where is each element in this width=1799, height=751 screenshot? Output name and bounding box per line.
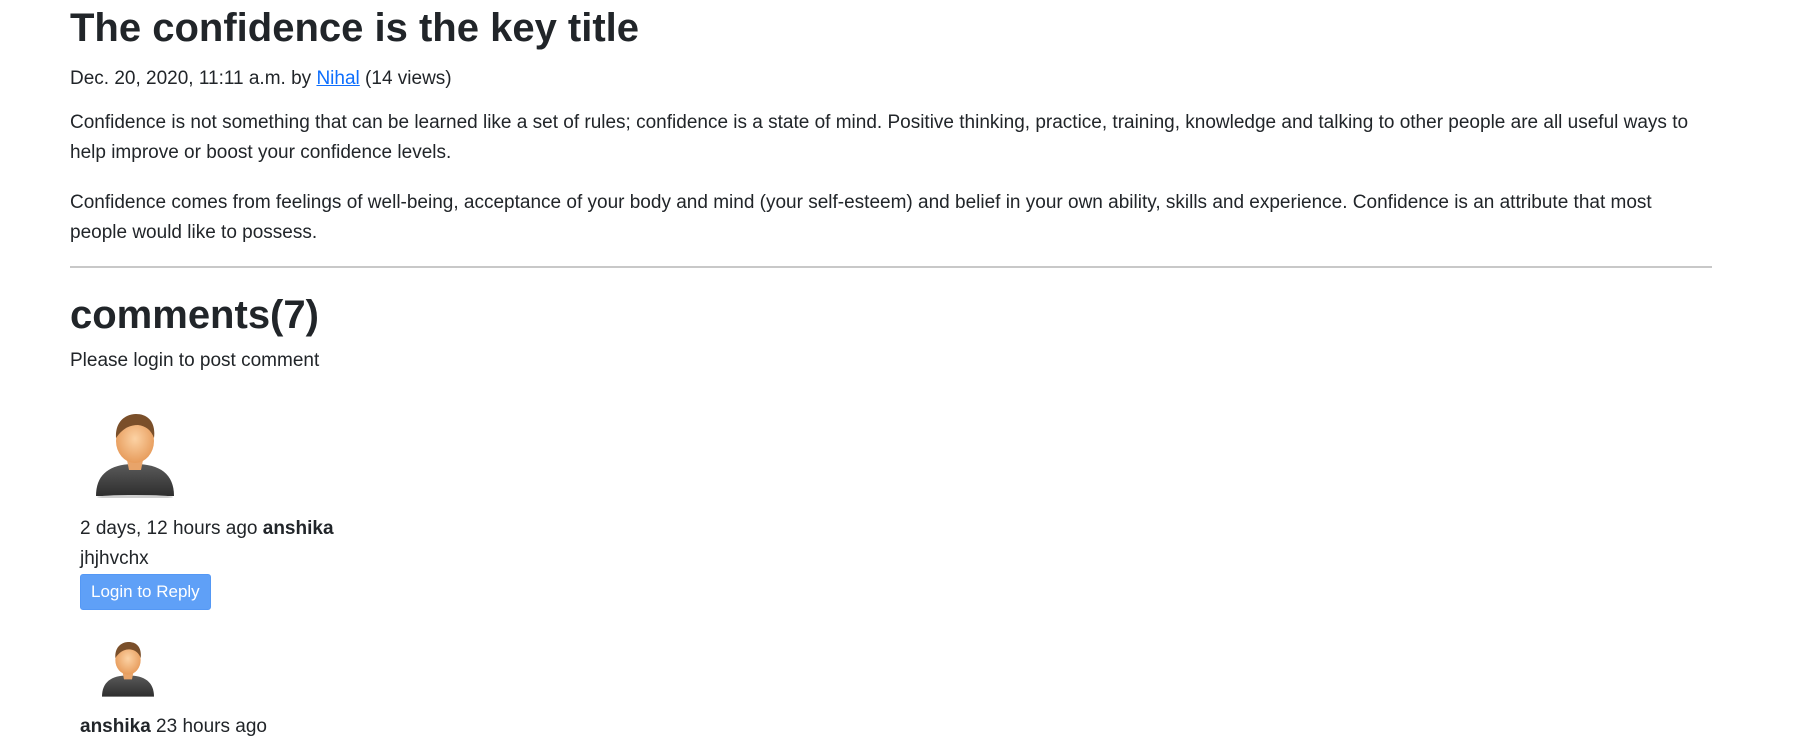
- post-container: The confidence is the key title Dec. 20,…: [70, 0, 1712, 740]
- comment-meta: 2 days, 12 hours ago anshika: [80, 516, 1712, 542]
- post-title: The confidence is the key title: [70, 6, 640, 50]
- comment-meta: anshika 23 hours ago: [80, 714, 1712, 740]
- post-body: Confidence is not something that can be …: [70, 108, 1712, 248]
- comment-text: jhjhvchx: [80, 548, 149, 569]
- divider: [70, 266, 1712, 268]
- comment: 2 days, 12 hours ago anshika jhjhvchx Lo…: [80, 408, 1712, 610]
- post-date: Dec. 20, 2020, 11:11 a.m. by: [70, 68, 312, 89]
- user-avatar-icon: [90, 408, 180, 499]
- comments-heading: comments(7): [70, 293, 319, 337]
- login-to-reply-button[interactable]: Login to Reply: [80, 574, 211, 610]
- login-note: Please login to post comment: [70, 350, 320, 371]
- post-paragraph: Confidence comes from feelings of well-b…: [70, 192, 1652, 243]
- comment-user: anshika: [80, 716, 151, 737]
- view-count: (14 views): [365, 68, 452, 89]
- comment-time: 2 days, 12 hours ago: [80, 518, 258, 539]
- comment: anshika 23 hours ago: [80, 638, 1712, 740]
- comment-time: 23 hours ago: [156, 716, 267, 737]
- post-paragraph: Confidence is not something that can be …: [70, 112, 1689, 163]
- author-link[interactable]: Nihal: [316, 68, 359, 89]
- user-avatar-icon: [98, 638, 158, 698]
- comment-user: anshika: [262, 518, 334, 539]
- post-meta: Dec. 20, 2020, 11:11 a.m. by Nihal (14 v…: [70, 66, 1712, 92]
